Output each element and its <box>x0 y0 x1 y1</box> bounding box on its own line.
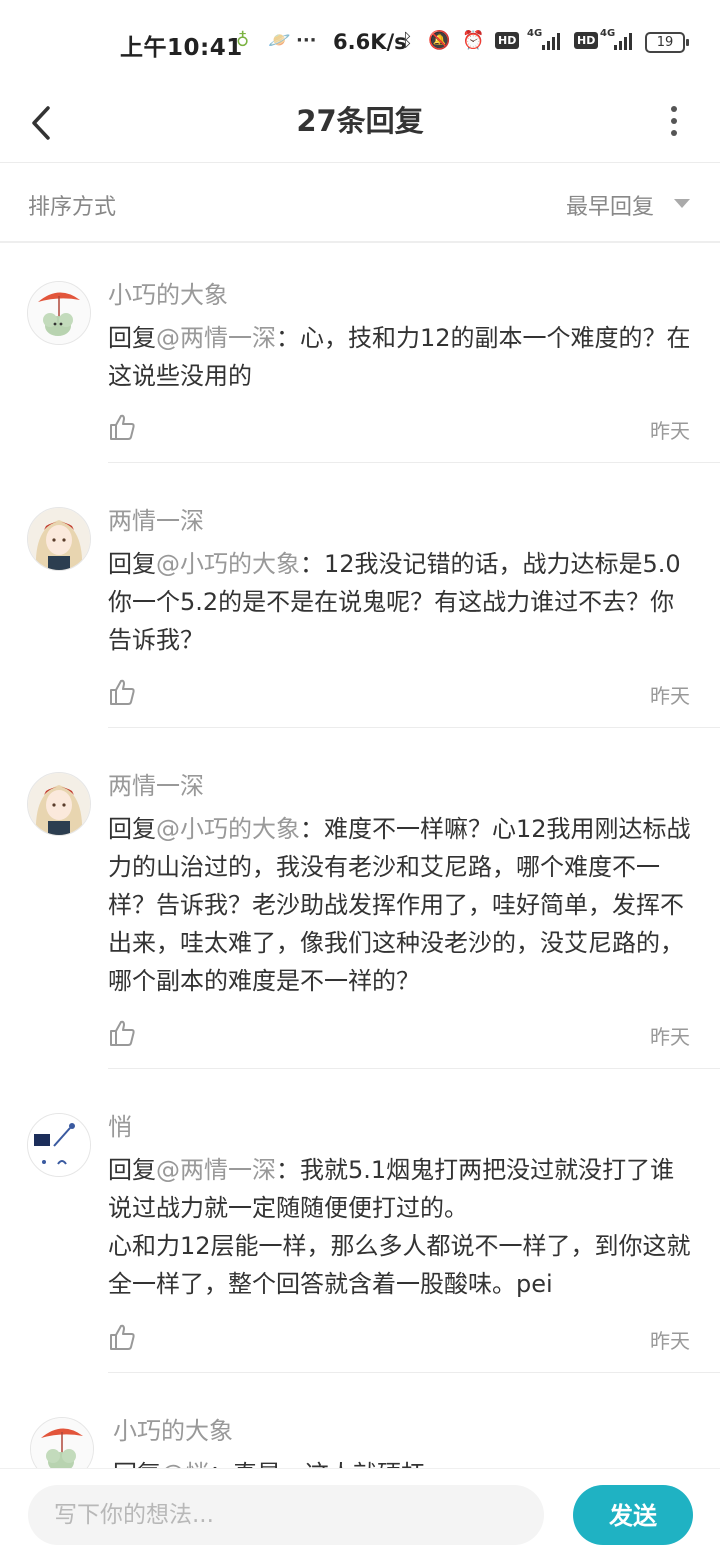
4g-icon: 4G <box>527 28 543 39</box>
elephant-umbrella-avatar-icon <box>31 1418 93 1468</box>
more-options-button[interactable] <box>664 100 684 146</box>
comment-text: 回复@两情一深：我就5.1烟鬼打两把没过就没打了谁说过战力就一定随随便便打过的。… <box>108 1151 698 1303</box>
divider <box>108 462 720 463</box>
avatar[interactable] <box>27 1113 91 1177</box>
reply-bar: 发送 <box>0 1468 720 1561</box>
sort-label: 排序方式 <box>28 195 117 220</box>
mention-link[interactable]: @两情一深 <box>156 324 276 352</box>
avatar[interactable] <box>30 1417 94 1468</box>
like-thumb-icon[interactable] <box>108 678 136 706</box>
anime-girl-avatar-icon <box>28 508 90 570</box>
comment-content-second-line: 心和力12层能一样，那么多人都说不一样了，到你这就全一样了，整个回答就含着一股酸… <box>108 1232 691 1298</box>
divider <box>108 1068 720 1069</box>
app-notification-icon: ♁ <box>236 30 250 51</box>
sort-bar: 排序方式 最早回复 <box>0 163 720 243</box>
alarm-icon: ⏰ <box>462 30 485 51</box>
status-bar: 上午10:41 ♁ 🪐 ··· 6.6K/s ᛒ 🔕 ⏰ HD 4G HD 4G… <box>0 0 720 86</box>
page-title: 27条回复 <box>296 104 424 138</box>
comment-username[interactable]: 小巧的大象 <box>108 275 228 310</box>
avatar[interactable] <box>27 281 91 345</box>
divider <box>108 727 720 728</box>
reply-prefix: 回复 <box>113 1460 161 1468</box>
planet-notification-icon: 🪐 <box>268 30 291 51</box>
comment-username[interactable]: 两情一深 <box>108 501 204 536</box>
comment-list[interactable]: 小巧的大象 回复@两情一深：心，技和力12的副本一个难度的？在这说些没用的 昨天… <box>0 243 720 1468</box>
more-vertical-icon <box>664 106 684 136</box>
more-notifications-icon: ··· <box>296 30 317 51</box>
reply-input[interactable] <box>28 1485 544 1545</box>
mention-link[interactable]: @小巧的大象 <box>156 550 300 578</box>
comment-date: 昨天 <box>650 419 690 443</box>
header-bar: 27条回复 <box>0 86 720 163</box>
sort-dropdown[interactable]: 最早回复 <box>566 189 654 221</box>
divider <box>108 1372 720 1373</box>
signal-icon <box>542 32 560 50</box>
comment-username[interactable]: 两情一深 <box>108 766 204 801</box>
reply-prefix: 回复 <box>108 1156 156 1184</box>
4g-icon-2: 4G <box>600 28 616 39</box>
comment-text: 回复@悄：真是，这人就硬杠 <box>113 1455 703 1468</box>
like-thumb-icon[interactable] <box>108 1323 136 1351</box>
like-thumb-icon[interactable] <box>108 413 136 441</box>
comment-username[interactable]: 悄 <box>108 1107 132 1142</box>
bluetooth-icon: ᛒ <box>402 30 413 51</box>
like-thumb-icon[interactable] <box>108 1019 136 1047</box>
mention-link[interactable]: @小巧的大象 <box>156 815 300 843</box>
comment-date: 昨天 <box>650 684 690 708</box>
comment-text: 回复@小巧的大象：12我没记错的话，战力达标是5.0你一个5.2的是不是在说鬼呢… <box>108 545 698 659</box>
comment-text: 回复@两情一深：心，技和力12的副本一个难度的？在这说些没用的 <box>108 319 698 395</box>
comment-text: 回复@小巧的大象：难度不一样嘛？心12我用刚达标战力的山治过的，我没有老沙和艾尼… <box>108 810 698 1000</box>
hd-icon-2: HD <box>574 32 599 49</box>
caret-down-icon[interactable] <box>674 199 690 208</box>
reply-prefix: 回复 <box>108 324 156 352</box>
mention-link[interactable]: @两情一深 <box>156 1156 276 1184</box>
status-time: 上午10:41 <box>120 35 243 61</box>
sketch-avatar-icon <box>28 1114 90 1176</box>
avatar[interactable] <box>27 772 91 836</box>
mention-link[interactable]: @悄 <box>161 1460 209 1468</box>
elephant-umbrella-avatar-icon <box>28 282 90 344</box>
reply-prefix: 回复 <box>108 550 156 578</box>
anime-girl-avatar-icon <box>28 773 90 835</box>
comment-date: 昨天 <box>650 1329 690 1353</box>
mute-icon: 🔕 <box>428 30 451 51</box>
avatar[interactable] <box>27 507 91 571</box>
signal-icon-2 <box>614 32 632 50</box>
comment-date: 昨天 <box>650 1025 690 1049</box>
battery-icon: 19 <box>645 32 689 53</box>
send-button[interactable]: 发送 <box>573 1485 693 1545</box>
network-speed: 6.6K/s <box>333 30 407 54</box>
hd-icon: HD <box>495 32 520 49</box>
comment-content: ：真是，这人就硬杠 <box>209 1460 425 1468</box>
comment-username[interactable]: 小巧的大象 <box>113 1411 233 1446</box>
reply-prefix: 回复 <box>108 815 156 843</box>
